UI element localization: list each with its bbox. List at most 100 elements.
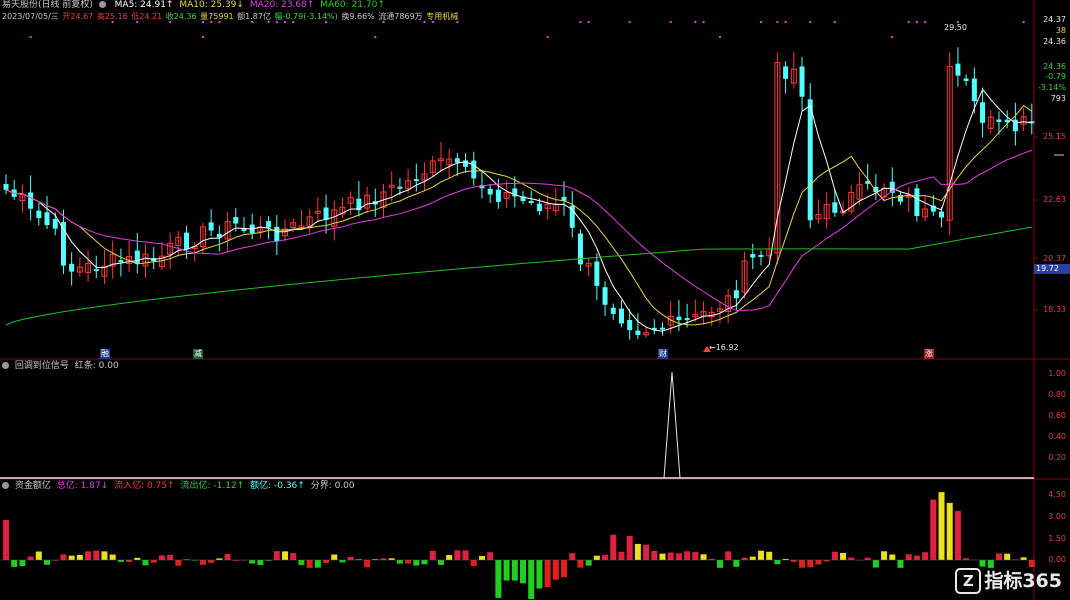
fund-flow-bar <box>462 550 469 560</box>
candle-body-down <box>955 63 961 76</box>
sector-label[interactable]: 专用机械 <box>426 12 458 21</box>
candle-body-down <box>660 327 666 330</box>
fund-flow-bar <box>150 560 157 563</box>
fund-flow-bar <box>167 554 174 560</box>
fund-flow-bar <box>716 560 723 568</box>
open-label: 开24.67 <box>62 12 94 21</box>
fund-flow-bar <box>470 560 477 566</box>
candle-body-down <box>627 320 633 331</box>
chart-canvas[interactable] <box>0 0 1070 600</box>
ind1-tick-1: 0.80 <box>1048 390 1066 399</box>
indicator2-title[interactable]: 资金额亿 <box>15 481 51 491</box>
fund-flow-bar <box>405 560 412 564</box>
fund-flow-bar <box>766 551 773 560</box>
candle-body-down <box>577 233 583 265</box>
candle-body-down <box>610 307 616 314</box>
indicator1-settings-icon[interactable] <box>2 362 9 369</box>
amount-label: 额1.87亿 <box>237 12 271 21</box>
ma60-label: MA60: 21.70↑ <box>320 0 385 10</box>
fund-flow-bar <box>905 554 912 560</box>
fund-flow-bar <box>938 492 945 560</box>
indicator2-settings-icon[interactable] <box>2 482 9 489</box>
turnover-label: 换9.66% <box>341 12 375 21</box>
ind2-tick-1: 3.00 <box>1048 512 1066 521</box>
main-chart-header: 易天股份(日线 前复权) MA5: 24.91↑ MA10: 25.39↓ MA… <box>2 0 388 11</box>
fund-flow-bar <box>1020 557 1027 560</box>
fund-flow-bar <box>380 558 387 560</box>
candle-body-down <box>28 192 34 209</box>
candle-body-down <box>980 102 986 123</box>
candle-body-down <box>963 78 969 81</box>
indicator1-title[interactable]: 回调到位信号 <box>15 361 69 371</box>
fund-flow-bar <box>224 554 231 560</box>
fund-flow-bar <box>848 557 855 560</box>
candle-body-down <box>44 212 50 226</box>
fund-flow-bar <box>175 560 182 566</box>
candle-body-down <box>536 203 542 212</box>
axis-info-2: 24.36 <box>1043 37 1066 46</box>
fund-flow-bar <box>922 552 929 560</box>
ma5-label: MA5: 24.91↑ <box>114 0 174 10</box>
fund-flow-bar <box>815 560 822 565</box>
axis-info-5: -3.14% <box>1037 83 1066 92</box>
ma5-line <box>5 88 1032 332</box>
fund-flow-bar <box>643 544 650 560</box>
indicator2-header: 资金额亿 总亿: 1.87↓ 流入亿: 0.75↑ 流出亿: -1.12↑ 额亿… <box>2 481 358 492</box>
fund-flow-bar <box>298 560 305 565</box>
ma60-line <box>5 226 1032 326</box>
fund-flow-bar <box>306 560 313 568</box>
signal-dot <box>891 36 894 38</box>
signal-dot <box>915 21 918 23</box>
fund-flow-bar <box>101 551 108 560</box>
candle-body-down <box>241 229 247 232</box>
fund-flow-bar <box>757 550 764 560</box>
axis-info-4: -0.79 <box>1045 72 1066 81</box>
fund-flow-bar <box>85 551 92 560</box>
settings-icon[interactable] <box>98 0 109 10</box>
signal-dot <box>546 36 549 38</box>
candle-body-down <box>971 78 977 102</box>
candle-body-down <box>134 250 140 264</box>
price-tick-1: 22.63 <box>1043 195 1066 204</box>
fund-flow-bar <box>44 560 51 565</box>
fund-flow-bar <box>954 510 961 560</box>
event-marker-finance[interactable]: 财 <box>658 349 668 359</box>
fund-flow-bar <box>11 560 18 567</box>
signal-dot <box>924 21 927 23</box>
fund-flow-bar <box>158 555 165 560</box>
low-label: 低24.21 <box>131 12 163 21</box>
candle-body-down <box>799 66 805 97</box>
candle-body-down <box>635 330 641 335</box>
cursor-price-badge: 19.72 <box>1034 264 1070 274</box>
fund-flow-bar <box>774 560 781 565</box>
fund-flow-bar <box>347 556 354 560</box>
fund-flow-bar <box>142 560 149 566</box>
fund-flow-bar <box>27 556 34 560</box>
candle-body-down <box>832 202 838 213</box>
float-shares-label: 流通7869万 <box>378 12 423 21</box>
candle-body-down <box>323 207 329 220</box>
candle-body-down <box>750 254 756 258</box>
candle-body-down <box>758 254 764 257</box>
candle-body-down <box>684 318 690 321</box>
candle-body-down <box>266 221 272 228</box>
change-label: 幅-0.79(-3.14%) <box>274 12 338 21</box>
event-marker-reduce[interactable]: 减 <box>193 349 203 359</box>
event-marker-margin[interactable]: 融 <box>100 349 110 359</box>
stock-name[interactable]: 易天股份(日线 前复权) <box>2 0 93 10</box>
candle-body-down <box>36 210 42 219</box>
indicator2-total: 总亿: 1.87↓ <box>56 481 109 491</box>
signal-dot <box>29 36 32 38</box>
fund-flow-bar <box>487 552 494 560</box>
low-price-label: ←16.92 <box>709 343 739 352</box>
event-marker-rise[interactable]: 涨 <box>924 349 934 359</box>
fund-flow-bar <box>208 560 215 563</box>
fund-flow-bar <box>421 560 428 565</box>
signal-dot <box>694 21 697 23</box>
candle-body-down <box>52 219 58 229</box>
candle-body-down <box>602 287 608 305</box>
fund-flow-bar <box>68 555 75 560</box>
axis-info-0: 24.37 <box>1043 15 1066 24</box>
signal-dot <box>628 21 631 23</box>
fund-flow-bar <box>437 560 444 565</box>
